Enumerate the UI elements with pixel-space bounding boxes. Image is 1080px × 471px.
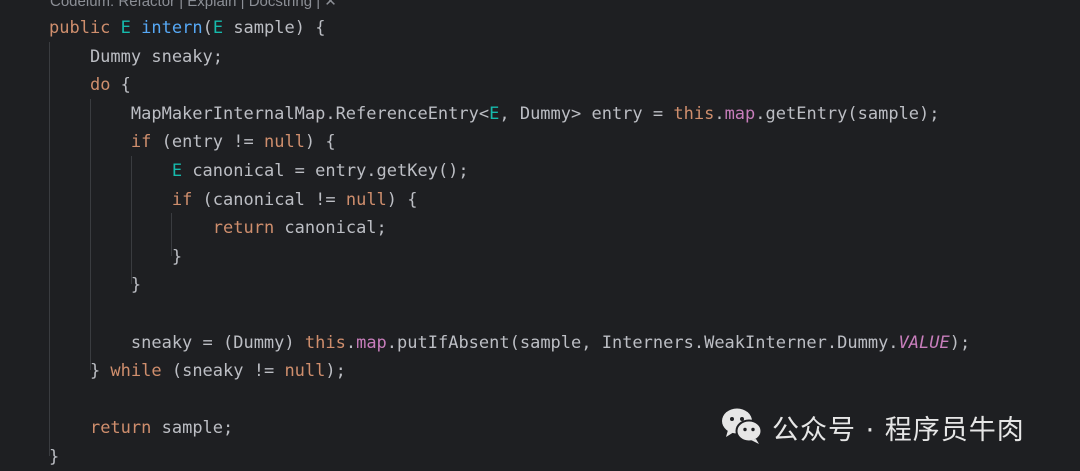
code-token: ); — [325, 361, 346, 382]
code-token: if — [130, 132, 152, 153]
code-token: null — [263, 132, 305, 153]
code-token: Dummy sneaky; — [49, 46, 223, 67]
code-token: map — [724, 103, 756, 124]
code-token: E — [489, 103, 500, 124]
code-token: } — [49, 246, 183, 267]
watermark: 公众号 · 程序员牛肉 — [720, 405, 1025, 449]
code-token: E — [120, 18, 131, 38]
code-token: VALUE — [898, 332, 950, 353]
code-token: sneaky = (Dummy) — [49, 332, 305, 353]
code-token: return — [89, 418, 152, 439]
code-token: intern — [141, 18, 203, 38]
code-line[interactable]: Dummy sneaky; — [49, 43, 223, 71]
code-line[interactable]: MapMakerInternalMap.ReferenceEntry<E, Du… — [49, 100, 940, 128]
code-token: this — [673, 103, 715, 124]
code-token: (sneaky != — [161, 361, 285, 382]
code-token: canonical = entry.getKey(); — [182, 161, 469, 181]
code-token: MapMakerInternalMap.ReferenceEntry< — [49, 103, 490, 124]
code-token: ( — [202, 18, 213, 38]
code-line[interactable]: return sample; — [49, 414, 233, 442]
code-token: .getEntry(sample); — [755, 103, 940, 124]
code-token: sample) { — [223, 18, 326, 38]
code-line[interactable]: } — [49, 243, 182, 271]
code-token: ); — [949, 332, 971, 353]
code-line[interactable]: } while (sneaky != null); — [49, 357, 346, 385]
code-token: sample; — [151, 418, 234, 439]
code-token: ) { — [386, 189, 418, 210]
code-line[interactable]: if (entry != null) { — [49, 128, 336, 156]
code-token: (canonical != — [192, 189, 346, 210]
code-token: while — [110, 361, 162, 382]
code-token: . — [345, 332, 357, 353]
code-line[interactable]: public E intern(E sample) { — [49, 14, 325, 42]
code-token: E — [171, 161, 183, 181]
code-line[interactable]: do { — [49, 71, 131, 99]
code-token: . — [714, 103, 725, 124]
code-line[interactable]: return canonical; — [49, 214, 387, 242]
code-token: .putIfAbsent(sample, Interners.WeakInter… — [386, 332, 899, 353]
code-token: this — [304, 332, 346, 353]
code-token: canonical; — [274, 218, 387, 239]
watermark-text: 公众号 · 程序员牛肉 — [772, 414, 1025, 446]
code-token: map — [356, 332, 387, 353]
code-line[interactable]: E canonical = entry.getKey(); — [49, 157, 469, 185]
codelens-actions[interactable]: Codeium: Refactor | Explain | Docstring … — [50, 0, 337, 12]
code-token: public — [49, 18, 121, 38]
code-token: return — [212, 218, 275, 239]
code-line[interactable]: if (canonical != null) { — [49, 186, 418, 214]
code-token: null — [345, 189, 387, 210]
code-token: (entry != — [151, 132, 264, 153]
code-token: ) { — [304, 132, 336, 153]
code-editor[interactable]: Codeium: Refactor | Explain | Docstring … — [0, 0, 1080, 471]
code-token: { — [110, 75, 131, 96]
code-token: } — [49, 361, 111, 382]
code-token: do — [89, 75, 111, 96]
code-token: , Dummy> entry = — [499, 103, 674, 124]
code-line[interactable]: sneaky = (Dummy) this.map.putIfAbsent(sa… — [49, 329, 970, 357]
code-token: E — [212, 18, 224, 38]
code-line[interactable]: } — [49, 443, 59, 471]
code-line[interactable]: } — [49, 271, 141, 299]
wechat-icon — [720, 405, 764, 450]
code-token: } — [49, 447, 60, 467]
code-token: null — [284, 361, 326, 382]
code-token: if — [171, 189, 193, 210]
code-token: } — [49, 275, 142, 296]
